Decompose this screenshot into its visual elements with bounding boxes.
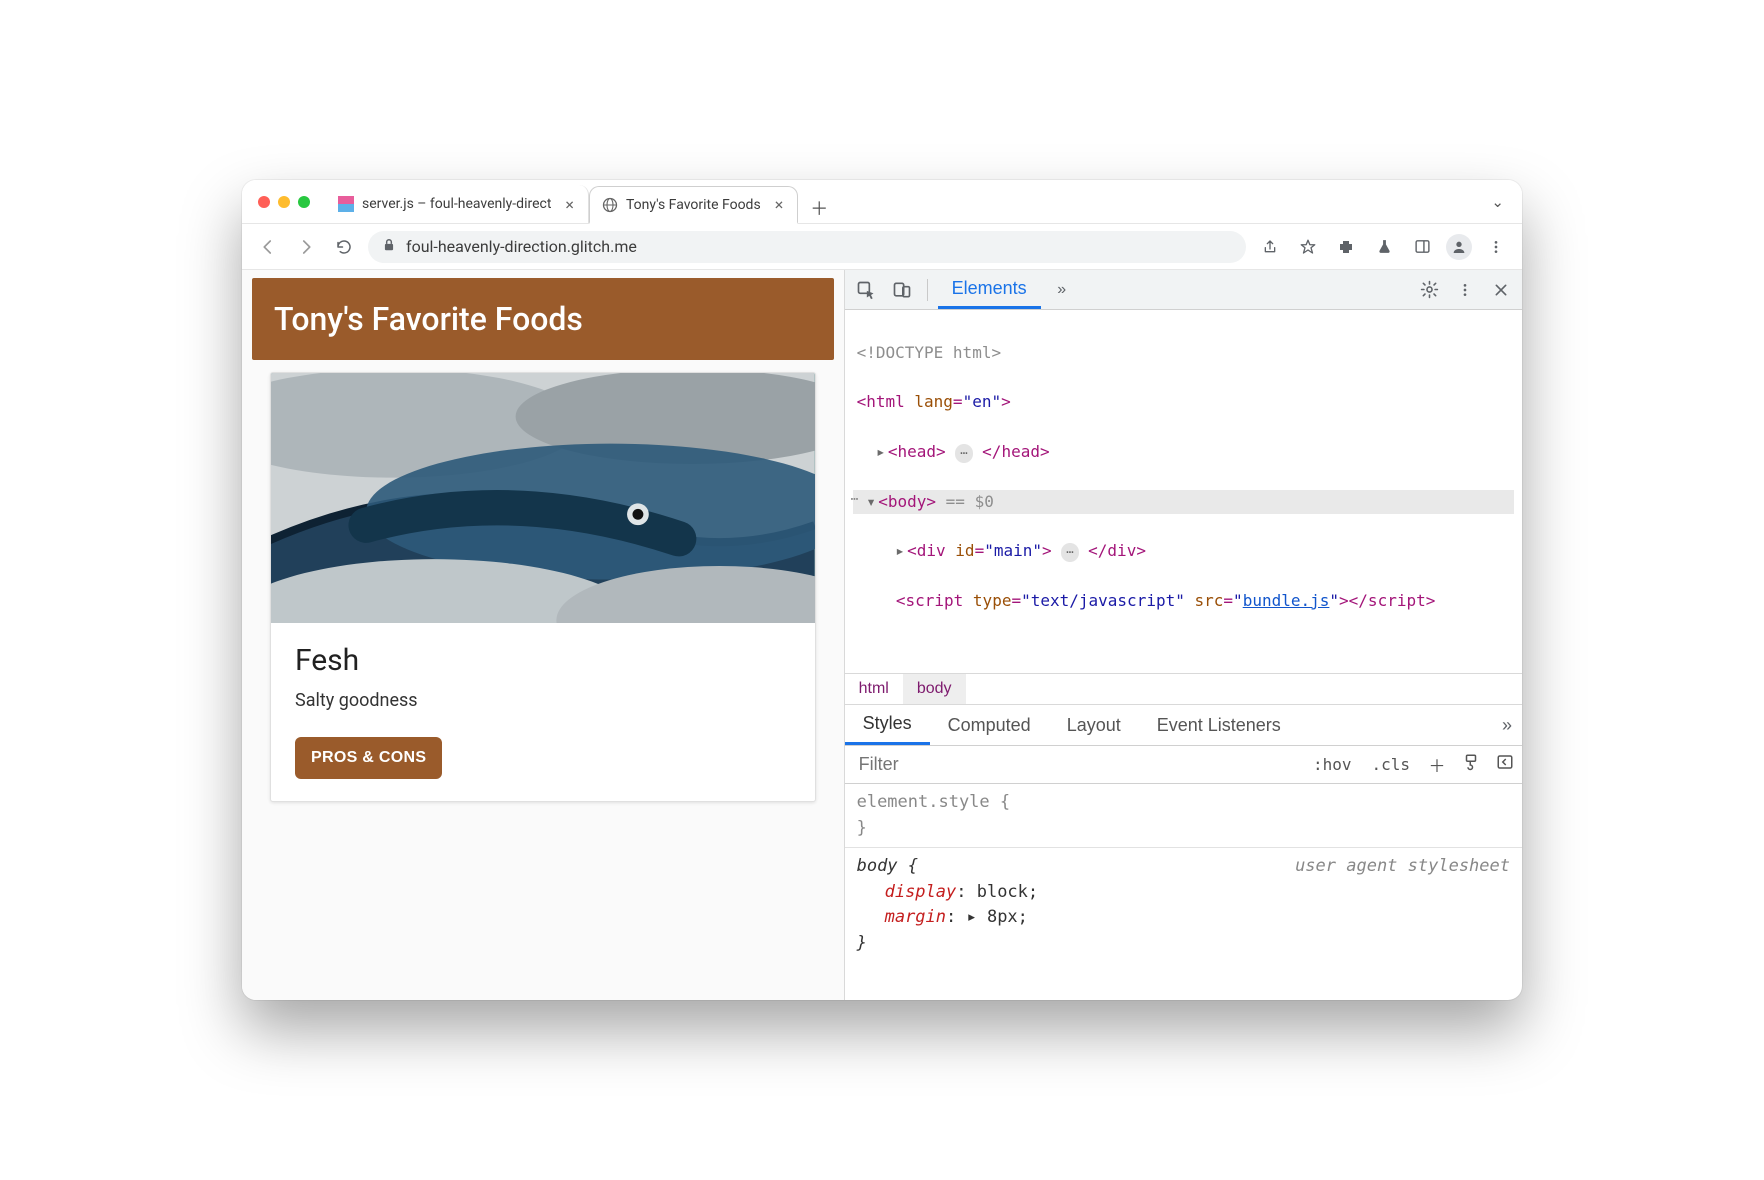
gear-icon	[1420, 280, 1439, 299]
food-card: Fesh Salty goodness PROS & CONS	[270, 372, 816, 802]
share-icon	[1262, 239, 1278, 255]
device-toolbar-button[interactable]	[887, 275, 917, 305]
arrow-left-icon	[259, 238, 277, 256]
rule-body-selector[interactable]: body {	[857, 856, 918, 876]
css-prop-display[interactable]: display	[885, 882, 957, 902]
hov-toggle[interactable]: :hov	[1303, 755, 1362, 774]
cls-toggle[interactable]: .cls	[1361, 755, 1420, 774]
subtab-computed[interactable]: Computed	[930, 705, 1049, 745]
inspect-element-button[interactable]	[851, 275, 881, 305]
star-icon	[1299, 238, 1317, 256]
card-image	[271, 373, 815, 623]
tabs: server.js – foul-heavenly-direct × Tony'…	[326, 180, 1491, 223]
card-subtitle: Salty goodness	[295, 690, 791, 711]
card-body: Fesh Salty goodness PROS & CONS	[271, 623, 815, 801]
dom-doctype[interactable]: <!DOCTYPE html>	[853, 341, 1514, 366]
styles-filter-input[interactable]	[845, 754, 1303, 775]
tab-server-js[interactable]: server.js – foul-heavenly-direct ×	[326, 185, 589, 223]
url-text: foul-heavenly-direction.glitch.me	[406, 237, 637, 256]
close-tab-icon[interactable]: ×	[775, 195, 784, 214]
inspect-icon	[856, 280, 876, 300]
dom-tree[interactable]: <!DOCTYPE html> <html lang="en"> ▸<head>…	[845, 310, 1522, 673]
maximize-window-icon[interactable]	[298, 196, 310, 208]
styles-pane[interactable]: element.style { } body { user agent styl…	[845, 784, 1522, 1000]
lock-icon	[382, 238, 396, 256]
flask-icon	[1376, 238, 1393, 255]
pros-cons-button[interactable]: PROS & CONS	[295, 737, 442, 779]
subtab-styles[interactable]: Styles	[845, 705, 930, 745]
styles-more-tabs[interactable]: »	[1492, 710, 1522, 740]
labs-button[interactable]	[1370, 233, 1398, 261]
tab-title: Tony's Favorite Foods	[626, 197, 761, 213]
kebab-icon	[1488, 239, 1504, 255]
user-agent-stylesheet-label: user agent stylesheet	[1295, 854, 1510, 880]
tabs-overflow-icon[interactable]: ⌄	[1491, 193, 1504, 211]
glitch-favicon-icon	[338, 196, 354, 212]
card-title: Fesh	[295, 643, 791, 678]
new-style-rule-button[interactable]: ＋	[1420, 752, 1454, 777]
extensions-button[interactable]	[1332, 233, 1360, 261]
reload-icon	[335, 238, 353, 256]
crumb-body[interactable]: body	[903, 674, 966, 704]
devtools-panel: Elements » <!DOCTYPE html> <html lang="e…	[844, 270, 1522, 1000]
side-panel-button[interactable]	[1408, 233, 1436, 261]
new-tab-button[interactable]: ＋	[804, 193, 834, 223]
crumb-html[interactable]: html	[845, 674, 903, 704]
close-icon	[1493, 282, 1509, 298]
puzzle-icon	[1337, 238, 1355, 256]
sidebar-toggle-icon	[1496, 753, 1514, 771]
kebab-icon	[1457, 282, 1473, 298]
arrow-right-icon	[297, 238, 315, 256]
dom-div-main[interactable]: ▸<div id="main"> ⋯ </div>	[853, 539, 1514, 564]
dom-script[interactable]: <script type="text/javascript" src="bund…	[853, 589, 1514, 614]
rendered-page: Tony's Favorite Foods	[242, 270, 844, 1000]
toggle-computed-sidebar[interactable]	[1488, 753, 1522, 776]
minimize-window-icon[interactable]	[278, 196, 290, 208]
tab-title: server.js – foul-heavenly-direct	[362, 196, 551, 212]
devices-icon	[892, 280, 912, 300]
devtools-settings-button[interactable]	[1414, 275, 1444, 305]
window-controls[interactable]	[258, 196, 310, 208]
subtab-layout[interactable]: Layout	[1049, 705, 1139, 745]
styles-filter-row: :hov .cls ＋	[845, 746, 1522, 784]
rule-element-style[interactable]: element.style {	[857, 792, 1011, 812]
globe-favicon-icon	[602, 197, 618, 213]
panel-icon	[1414, 238, 1431, 255]
address-bar[interactable]: foul-heavenly-direction.glitch.me	[368, 231, 1246, 263]
devtools-menu-button[interactable]	[1450, 275, 1480, 305]
devtools-tabbar: Elements »	[845, 270, 1522, 310]
dom-breadcrumbs: html body	[845, 673, 1522, 704]
bookmark-button[interactable]	[1294, 233, 1322, 261]
tab-tonys-foods[interactable]: Tony's Favorite Foods ×	[589, 186, 798, 224]
chrome-menu-button[interactable]	[1482, 233, 1510, 261]
forward-button[interactable]	[292, 233, 320, 261]
dom-head[interactable]: ▸<head> ⋯ </head>	[853, 440, 1514, 465]
subtab-event-listeners[interactable]: Event Listeners	[1139, 705, 1299, 745]
devtools-more-tabs[interactable]: »	[1047, 275, 1077, 305]
dom-html[interactable]: <html lang="en">	[853, 390, 1514, 415]
person-icon	[1451, 239, 1467, 255]
styles-tabbar: Styles Computed Layout Event Listeners »	[845, 704, 1522, 746]
page-title: Tony's Favorite Foods	[252, 278, 834, 360]
close-tab-icon[interactable]: ×	[565, 195, 574, 214]
styles-brush-button[interactable]	[1454, 753, 1488, 776]
devtools-tab-elements[interactable]: Elements	[938, 270, 1041, 309]
css-prop-margin[interactable]: margin	[885, 907, 946, 927]
back-button[interactable]	[254, 233, 282, 261]
dom-body-selected[interactable]: ▾<body> == $0	[853, 490, 1514, 515]
tab-strip: server.js – foul-heavenly-direct × Tony'…	[242, 180, 1522, 224]
close-window-icon[interactable]	[258, 196, 270, 208]
devtools-close-button[interactable]	[1486, 275, 1516, 305]
share-button[interactable]	[1256, 233, 1284, 261]
browser-window: server.js – foul-heavenly-direct × Tony'…	[242, 180, 1522, 1000]
toolbar: foul-heavenly-direction.glitch.me	[242, 224, 1522, 270]
profile-avatar[interactable]	[1446, 234, 1472, 260]
brush-icon	[1462, 753, 1480, 771]
content-area: Tony's Favorite Foods	[242, 270, 1522, 1000]
fish-image-icon	[271, 373, 815, 623]
reload-button[interactable]	[330, 233, 358, 261]
